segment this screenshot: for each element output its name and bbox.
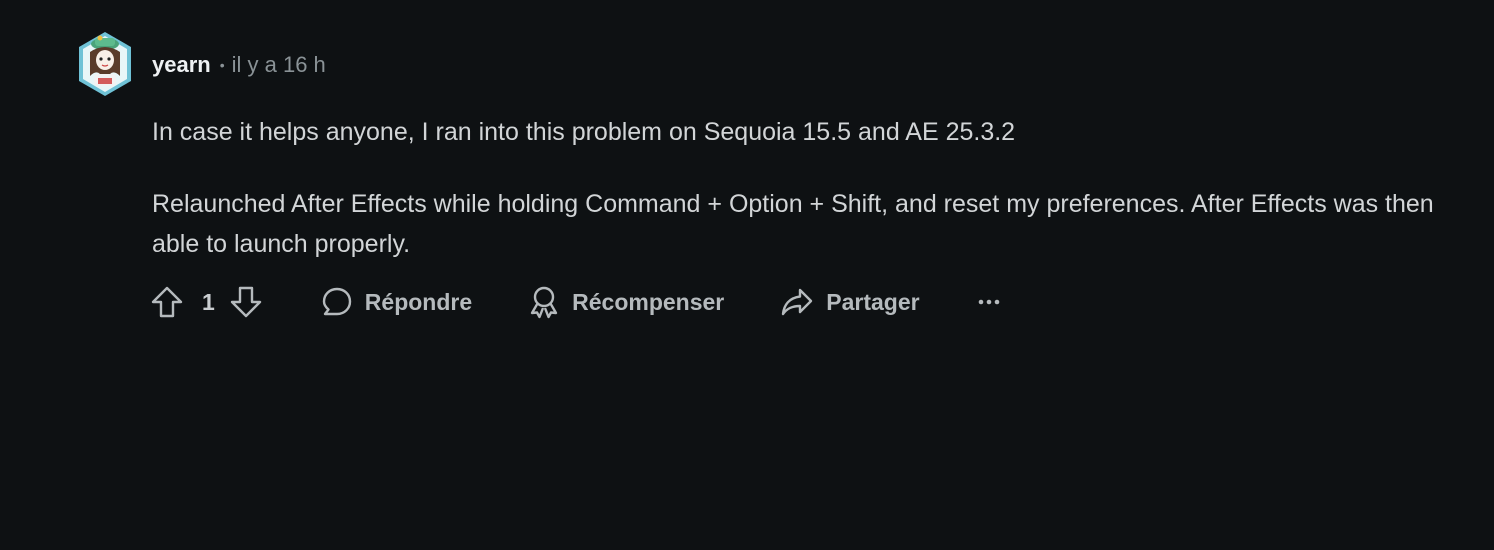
more-horizontal-icon [978, 298, 1000, 306]
upvote-arrow-icon [150, 285, 184, 319]
downvote-arrow-icon [229, 285, 263, 319]
avatar[interactable] [76, 30, 134, 98]
share-arrow-icon [780, 286, 814, 318]
award-label: Récompenser [572, 288, 725, 315]
timestamp[interactable]: il y a 16 h [232, 50, 326, 80]
username[interactable]: yearn [152, 50, 211, 80]
share-button[interactable]: Partager [780, 286, 920, 318]
comment-body: In case it helps anyone, I ran into this… [152, 112, 1482, 264]
downvote-button[interactable] [229, 285, 263, 319]
comment: yearn • il y a 16 h In case it helps any… [0, 0, 1494, 550]
reply-label: Répondre [364, 288, 473, 315]
vote-count: 1 [202, 288, 215, 315]
speech-bubble-icon [321, 286, 353, 318]
comment-paragraph: In case it helps anyone, I ran into this… [152, 118, 1016, 146]
award-button[interactable]: Récompenser [528, 285, 724, 319]
comment-paragraph: Relaunched After Effects while holding C… [152, 190, 1434, 258]
comment-meta: yearn • il y a 16 h [152, 50, 326, 80]
award-ribbon-icon [528, 285, 560, 319]
upvote-button[interactable] [150, 285, 184, 319]
meta-separator: • [219, 57, 225, 73]
reply-button[interactable]: Répondre [321, 286, 472, 318]
more-options-button[interactable] [978, 298, 1000, 306]
comment-actions: 1 Répondre Récompenser Partager [150, 280, 1000, 324]
share-label: Partager [826, 288, 920, 315]
